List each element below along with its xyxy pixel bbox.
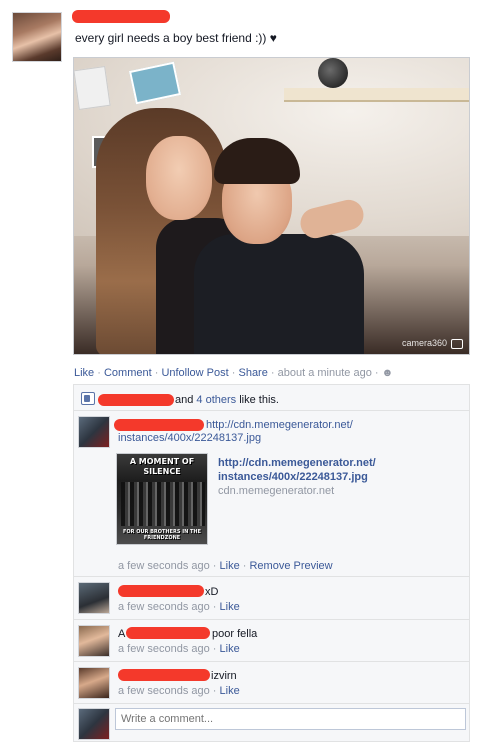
divider <box>73 619 470 620</box>
comment-text: xD <box>205 586 219 598</box>
divider <box>73 703 470 704</box>
divider <box>73 661 470 662</box>
comment-meta: a few seconds ago · Like <box>118 685 240 698</box>
remove-preview-link[interactable]: Remove Preview <box>249 560 332 572</box>
separator: · <box>209 643 220 655</box>
comment-like-link[interactable]: Like <box>220 685 240 697</box>
thumbs-up-icon <box>81 392 95 405</box>
post-action-bar: Like · Comment · Unfollow Post · Share ·… <box>74 367 393 379</box>
audience-friends-icon[interactable]: ☻ <box>382 367 394 379</box>
meme-top-text: A MOMENT OF SILENCE <box>129 457 195 476</box>
likes-others-link[interactable]: 4 others <box>196 394 236 406</box>
comment-link[interactable]: Comment <box>104 367 152 379</box>
photo-wall-paper <box>74 65 111 111</box>
meme-crowd <box>121 482 205 526</box>
separator: · <box>371 367 382 379</box>
comment-meta: a few seconds ago · Like <box>118 643 240 656</box>
comment-like-link[interactable]: Like <box>220 560 240 572</box>
link-preview-domain: cdn.memegenerator.net <box>218 485 335 497</box>
separator: · <box>94 367 104 379</box>
photo-girl-face <box>146 136 212 220</box>
redacted-commenter-name <box>118 669 210 681</box>
link-preview-title-2[interactable]: instances/400x/22248137.jpg <box>218 471 368 484</box>
share-link[interactable]: Share <box>238 367 267 379</box>
meme-bottom-text: FOR OUR BROTHERS IN THE FRIENDZONE <box>122 529 202 541</box>
comment-input[interactable] <box>115 708 466 730</box>
link-preview-image[interactable]: A MOMENT OF SILENCE FOR OUR BROTHERS IN … <box>116 453 208 545</box>
post-timestamp[interactable]: about a minute ago <box>278 367 372 379</box>
comment-timestamp[interactable]: a few seconds ago <box>118 601 210 613</box>
separator: · <box>151 367 162 379</box>
comment-timestamp[interactable]: a few seconds ago <box>118 685 210 697</box>
commenter-avatar[interactable] <box>78 625 110 657</box>
divider <box>73 576 470 577</box>
comment-name-initial: A <box>118 628 126 640</box>
comment-meta: a few seconds ago · Like · Remove Previe… <box>118 560 333 573</box>
photo-boy-body <box>194 234 364 354</box>
post-text: every girl needs a boy best friend :)) ♥ <box>75 31 277 45</box>
comment-like-link[interactable]: Like <box>220 601 240 613</box>
separator: · <box>209 685 220 697</box>
comment-link-text-1[interactable]: http://cdn.memegenerator.net/ <box>206 419 353 432</box>
comment-link-text-2[interactable]: instances/400x/22248137.jpg <box>118 432 261 445</box>
separator: · <box>209 601 220 613</box>
commenter-avatar[interactable] <box>78 667 110 699</box>
separator: · <box>209 560 220 572</box>
unfollow-post-link[interactable]: Unfollow Post <box>161 367 228 379</box>
likes-end: like this. <box>239 394 279 406</box>
likes-summary: and 4 others like this. <box>175 394 279 407</box>
comment-like-link[interactable]: Like <box>220 643 240 655</box>
redacted-commenter-name <box>114 419 204 431</box>
photo-watermark: camera360 <box>401 338 447 348</box>
like-link[interactable]: Like <box>74 367 94 379</box>
poster-avatar[interactable] <box>12 12 62 62</box>
composer-avatar <box>78 708 110 740</box>
link-preview-title-1[interactable]: http://cdn.memegenerator.net/ <box>218 457 376 470</box>
divider <box>73 410 470 411</box>
comment-timestamp[interactable]: a few seconds ago <box>118 560 210 572</box>
camera-icon <box>451 339 463 349</box>
comment-timestamp[interactable]: a few seconds ago <box>118 643 210 655</box>
comment-meta: a few seconds ago · Like <box>118 601 240 614</box>
redacted-commenter-name <box>118 585 204 597</box>
comment-text: poor fella <box>212 628 258 640</box>
likes-and: and <box>175 394 194 406</box>
post-photo[interactable]: camera360 <box>73 57 470 355</box>
comment-text: izvirn <box>211 670 237 682</box>
photo-speaker <box>318 58 348 88</box>
redacted-commenter-name <box>126 627 210 639</box>
redacted-poster-name <box>72 10 170 23</box>
redacted-liker-name <box>98 394 174 406</box>
photo-shelf <box>284 88 469 102</box>
commenter-avatar[interactable] <box>78 582 110 614</box>
commenter-avatar[interactable] <box>78 416 110 448</box>
separator: · <box>267 367 278 379</box>
